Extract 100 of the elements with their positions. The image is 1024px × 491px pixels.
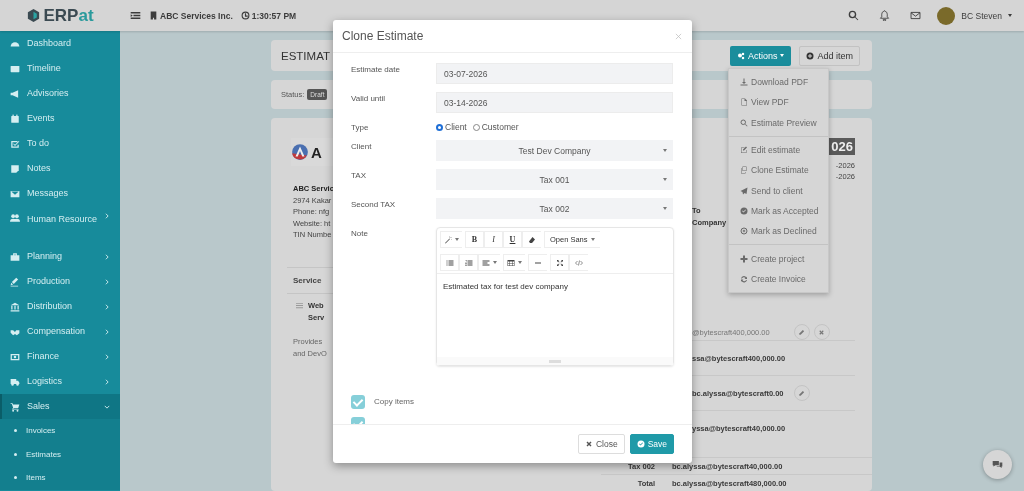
user-menu[interactable]: BC Steven <box>959 10 1014 21</box>
sidebar-subitem[interactable]: Invoices <box>0 419 120 443</box>
sidebar-subitem[interactable]: Items <box>0 466 120 490</box>
field-label: TAX <box>351 170 367 180</box>
table-icon <box>507 258 515 267</box>
fullscreen-button[interactable] <box>550 254 569 271</box>
bullet-list-button[interactable] <box>440 254 459 271</box>
note-text: Estimated tax for test dev company <box>443 282 568 291</box>
sidebar-item[interactable]: Notes <box>0 156 120 181</box>
logo-text: ERPat <box>43 5 94 26</box>
plus-icon <box>740 254 748 263</box>
add-item-button[interactable]: Add item <box>799 45 860 66</box>
format-button[interactable]: U <box>503 231 522 248</box>
format-button[interactable]: I <box>484 231 503 248</box>
menu-item[interactable]: Download PDF <box>729 72 828 93</box>
horizontal-rule-button[interactable] <box>528 254 547 271</box>
edit-button[interactable] <box>793 324 810 340</box>
select-field[interactable]: Test Dev Company <box>436 140 673 161</box>
sidebar-item[interactable]: Advisories <box>0 81 120 106</box>
menu-icon[interactable] <box>130 10 141 21</box>
menu-item[interactable]: Clone Estimate <box>729 160 828 181</box>
estimate-number: 026 <box>829 138 855 155</box>
note-text-area[interactable]: Estimated tax for test dev company <box>437 274 673 357</box>
check-circle-icon <box>740 206 748 215</box>
close-button[interactable]: Close <box>577 434 625 454</box>
menu-item[interactable]: View PDF <box>729 92 828 113</box>
briefcase-icon <box>10 251 20 262</box>
company-name: ABC Services Inc. <box>160 10 233 21</box>
pen-icon <box>10 276 20 287</box>
style-button[interactable] <box>440 231 462 248</box>
sidebar-item[interactable]: Production <box>0 269 120 294</box>
menu-item[interactable]: Estimate Preview <box>729 112 828 133</box>
field-label: Type <box>351 122 370 132</box>
megaphone-icon <box>10 88 20 99</box>
field-label: Estimate date <box>351 64 401 74</box>
sidebar-item[interactable]: Events <box>0 106 120 131</box>
date-field[interactable]: 03-14-2026 <box>436 92 673 113</box>
sidebar-item[interactable]: Compensation <box>0 319 120 344</box>
menu-item[interactable]: Create Invoice <box>729 268 828 289</box>
sidebar-item[interactable]: Planning <box>0 244 120 269</box>
sidebar-item[interactable]: Human Resource <box>0 206 120 244</box>
download-icon <box>740 78 748 87</box>
menu-item[interactable]: Mark as Declined <box>729 221 828 242</box>
chat-button[interactable] <box>983 450 1012 479</box>
radio-option[interactable]: Customer <box>472 122 519 132</box>
banknote-icon <box>10 351 20 362</box>
mail-icon[interactable] <box>910 10 922 21</box>
clock-icon <box>240 11 250 20</box>
field-label: Second TAX <box>351 199 397 209</box>
sidebar-item[interactable]: To do <box>0 131 120 156</box>
avatar[interactable] <box>937 6 956 25</box>
checkbox-icon <box>10 138 20 149</box>
menu-item[interactable]: Edit estimate <box>729 139 828 161</box>
bell-icon[interactable] <box>879 10 891 21</box>
edit-icon <box>740 146 748 155</box>
menu-item[interactable]: Create project <box>729 248 828 269</box>
company-logo-text: A <box>311 143 322 161</box>
building-icon <box>149 11 158 20</box>
align-button[interactable] <box>478 254 500 271</box>
radio-option[interactable]: Client <box>436 122 467 132</box>
cart-icon <box>10 401 20 412</box>
delete-button[interactable] <box>813 324 830 340</box>
logo-icon <box>26 8 42 23</box>
field-label: Client <box>351 141 373 151</box>
select-field[interactable]: Tax 002 <box>436 198 673 219</box>
search-icon[interactable] <box>848 10 860 21</box>
clear-format-button[interactable] <box>522 231 541 248</box>
sidebar-subitem[interactable]: Estimates <box>0 442 120 466</box>
menu-item[interactable]: Send to client <box>729 180 828 201</box>
eraser-icon <box>528 235 536 244</box>
send-icon <box>740 186 748 195</box>
sidebar-item[interactable]: Distribution <box>0 294 120 319</box>
actions-button[interactable]: Actions <box>729 45 792 66</box>
refresh-icon <box>740 274 748 283</box>
sidebar-item[interactable]: Logistics <box>0 369 120 394</box>
check-circle-icon <box>636 440 645 448</box>
date-field[interactable]: 03-07-2026 <box>436 63 673 84</box>
format-button[interactable]: B <box>465 231 484 248</box>
truck-icon <box>10 376 20 387</box>
checkbox-label: Copy items <box>374 397 414 406</box>
save-button[interactable]: Save <box>629 434 674 454</box>
sidebar-item[interactable]: Sales <box>0 394 120 419</box>
numbered-list-icon <box>464 258 473 267</box>
sidebar-item[interactable]: Timeline <box>0 56 120 81</box>
plus-circle-icon <box>806 51 815 60</box>
select-field[interactable]: Tax 001 <box>436 169 673 190</box>
pencil-icon <box>798 328 806 336</box>
drag-handle-icon[interactable] <box>296 301 303 309</box>
sidebar-item[interactable]: Finance <box>0 344 120 369</box>
sidebar-item[interactable]: Messages <box>0 181 120 206</box>
numbered-list-button[interactable] <box>459 254 478 271</box>
align-icon <box>482 258 490 267</box>
table-button[interactable] <box>503 254 525 271</box>
file-icon <box>740 98 748 107</box>
checkbox[interactable] <box>351 394 365 409</box>
menu-item[interactable]: Mark as Accepted <box>729 200 828 222</box>
dialog-title: Clone Estimate <box>342 29 424 43</box>
edit-button[interactable] <box>793 385 810 401</box>
sidebar-item[interactable]: Dashboard <box>0 31 120 56</box>
close-icon[interactable] <box>675 32 682 40</box>
